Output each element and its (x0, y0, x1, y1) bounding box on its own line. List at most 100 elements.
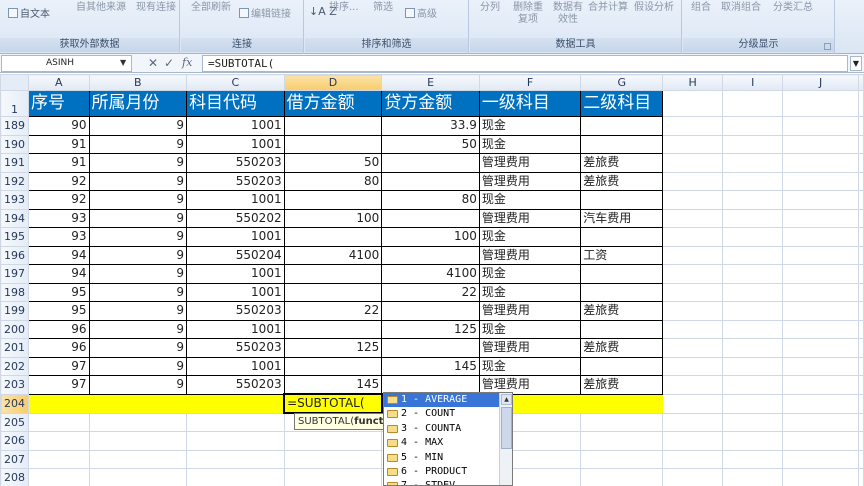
cell[interactable] (722, 153, 784, 173)
cell-seq[interactable]: 96 (27, 338, 90, 358)
cell[interactable] (782, 393, 859, 414)
cell[interactable] (27, 431, 90, 451)
cell-seq[interactable]: 96 (27, 319, 90, 339)
cell[interactable] (722, 356, 784, 376)
cell[interactable] (186, 431, 285, 451)
autocomplete-item[interactable]: 7 - STDEV (384, 479, 512, 485)
cell[interactable] (858, 153, 864, 173)
from-text-button[interactable]: 自文本 (8, 8, 50, 21)
cell-credit[interactable] (381, 301, 480, 321)
cell-account-code[interactable]: 1001 (186, 227, 285, 247)
sort-button[interactable]: 排序... (329, 2, 359, 14)
cell[interactable] (722, 412, 784, 432)
cell[interactable] (858, 245, 864, 265)
cell-credit[interactable]: 33.9 (381, 116, 480, 136)
cell[interactable] (662, 393, 724, 414)
cell-credit[interactable] (381, 338, 480, 358)
cell-credit[interactable]: 22 (381, 282, 480, 302)
what-if-analysis-button[interactable]: 假设分析 (634, 2, 674, 14)
cell-debit[interactable] (283, 319, 383, 339)
cell[interactable] (858, 208, 864, 228)
autocomplete-item[interactable]: 3 - COUNTA (384, 422, 512, 436)
cell[interactable] (782, 116, 859, 136)
ungroup-button[interactable]: 取消组合 (721, 2, 761, 14)
cell[interactable] (858, 319, 864, 339)
cell[interactable] (662, 116, 724, 136)
cell-debit[interactable] (283, 356, 383, 376)
cell[interactable] (858, 116, 864, 136)
scroll-up-icon[interactable]: ▲ (501, 394, 512, 405)
cell[interactable] (782, 227, 859, 247)
cell[interactable] (662, 449, 724, 469)
cell[interactable] (782, 153, 859, 173)
cell[interactable] (662, 171, 724, 191)
cell[interactable] (722, 449, 784, 469)
cell[interactable] (858, 282, 864, 302)
cell[interactable] (722, 171, 784, 191)
consolidate-button[interactable]: 合并计算 (588, 2, 628, 14)
cell-level1[interactable]: 现金 (478, 116, 582, 136)
group-button[interactable]: 组合 (691, 2, 711, 14)
cell-debit[interactable]: 80 (283, 171, 383, 191)
cell-account-code[interactable]: 550204 (186, 245, 285, 265)
cell[interactable] (88, 431, 188, 451)
row-header[interactable]: 190 (0, 134, 29, 154)
cell-month[interactable]: 9 (88, 245, 188, 265)
cell[interactable] (580, 431, 664, 451)
cell-level1[interactable]: 管理费用 (478, 245, 582, 265)
cell-seq[interactable]: 95 (27, 282, 90, 302)
cell-credit[interactable]: 4100 (381, 264, 480, 284)
from-other-sources-button[interactable]: 自其他来源 (76, 2, 126, 14)
cell-level1[interactable]: 管理费用 (478, 338, 582, 358)
function-tooltip[interactable]: SUBTOTAL(funct (294, 413, 384, 430)
cell-level1[interactable]: 现金 (478, 356, 582, 376)
cell-account-code[interactable]: 550203 (186, 338, 285, 358)
data-validation-button[interactable]: 数据有效性 (550, 2, 586, 26)
cell[interactable] (858, 338, 864, 358)
cell-month[interactable]: 9 (88, 134, 188, 154)
cell-seq[interactable]: 94 (27, 264, 90, 284)
autocomplete-item[interactable]: 2 - COUNT (384, 407, 512, 421)
cell[interactable] (722, 393, 784, 414)
cell-debit[interactable] (283, 227, 383, 247)
cell[interactable] (782, 356, 859, 376)
cell-month[interactable]: 9 (88, 208, 188, 228)
column-header-d[interactable]: D (283, 74, 383, 91)
cell-level2[interactable]: 差旅费 (580, 338, 664, 358)
cell-month[interactable]: 9 (88, 319, 188, 339)
cell[interactable] (722, 227, 784, 247)
cell[interactable] (858, 356, 864, 376)
row-header[interactable]: 201 (0, 338, 29, 358)
refresh-all-button[interactable]: 全部刷新 (191, 2, 231, 14)
cell-seq[interactable]: 92 (27, 171, 90, 191)
row-header[interactable]: 198 (0, 282, 29, 302)
cell-month[interactable]: 9 (88, 264, 188, 284)
cell[interactable] (662, 282, 724, 302)
enter-formula-icon[interactable]: ✓ (164, 55, 174, 71)
cell[interactable] (722, 134, 784, 154)
cell[interactable] (782, 134, 859, 154)
cell-level2[interactable] (580, 116, 664, 136)
cell[interactable] (858, 171, 864, 191)
cell[interactable] (782, 90, 859, 117)
subtotal-button[interactable]: 分类汇总 (773, 2, 813, 14)
dialog-launcher-icon[interactable] (824, 43, 831, 50)
cell[interactable] (858, 468, 864, 486)
cell-debit[interactable] (283, 116, 383, 136)
cell[interactable] (858, 449, 864, 469)
cell-debit[interactable] (283, 190, 383, 210)
cell[interactable] (782, 338, 859, 358)
cell-seq[interactable]: 97 (27, 375, 90, 395)
row-header[interactable]: 192 (0, 171, 29, 191)
cell[interactable] (722, 375, 784, 395)
cell[interactable] (88, 468, 188, 486)
cell-level2[interactable] (580, 264, 664, 284)
highlighted-cell[interactable] (88, 393, 188, 414)
cell[interactable] (782, 412, 859, 432)
cell[interactable] (782, 319, 859, 339)
row-header[interactable]: 204 (0, 393, 29, 414)
cell[interactable] (186, 468, 285, 486)
cell[interactable] (722, 282, 784, 302)
cancel-formula-icon[interactable]: ✕ (148, 55, 158, 71)
cell-month[interactable]: 9 (88, 282, 188, 302)
